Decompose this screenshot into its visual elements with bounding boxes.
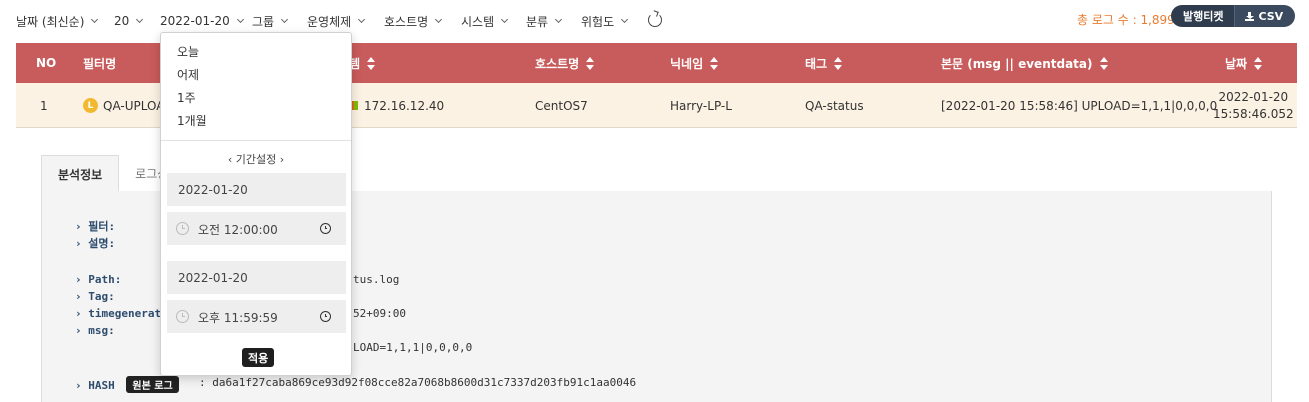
quick-option-1month[interactable]: 1개월 bbox=[177, 112, 207, 129]
cell-filter: L QA-UPLOA bbox=[83, 83, 164, 128]
cell-date-time: 15:58:46.052 bbox=[1213, 106, 1294, 121]
field-desc-key: 설명: bbox=[75, 235, 115, 251]
clock-icon bbox=[176, 222, 189, 235]
sort-filter-dropdown[interactable]: 날짜 (최신순) bbox=[16, 13, 99, 29]
field-path-value: tus.log bbox=[353, 273, 400, 286]
cell-filter-name: QA-UPLOA bbox=[103, 98, 165, 113]
field-hash-label: HASH bbox=[88, 379, 115, 392]
column-header-date[interactable]: 날짜 bbox=[1225, 43, 1263, 83]
column-header-message[interactable]: 본문 (msg || eventdata) bbox=[941, 43, 1108, 83]
clock-icon bbox=[176, 310, 189, 323]
system-filter-dropdown[interactable]: 시스템 bbox=[461, 13, 509, 29]
field-hash-value: : da6a1f27caba869ce93d92f08cce82a7068b86… bbox=[199, 376, 637, 389]
chevron-down-icon bbox=[281, 15, 289, 23]
end-time-field[interactable]: 오후 11:59:59 bbox=[167, 300, 346, 333]
page-size-dropdown[interactable]: 20 bbox=[114, 13, 144, 29]
chevron-down-icon bbox=[91, 15, 99, 23]
cell-tag: QA-status bbox=[805, 98, 864, 113]
chevron-down-icon bbox=[236, 15, 244, 23]
column-header-hostname[interactable]: 호스트명 bbox=[535, 43, 595, 83]
time-picker-icon[interactable] bbox=[320, 223, 331, 234]
chevron-down-icon bbox=[621, 15, 629, 23]
cell-system: 172.16.12.40 bbox=[349, 83, 444, 128]
date-filter-label: 2022-01-20 bbox=[160, 14, 230, 28]
apply-button[interactable]: 적용 bbox=[242, 348, 275, 367]
quick-option-today[interactable]: 오늘 bbox=[177, 43, 199, 60]
column-header-label: 날짜 bbox=[1225, 56, 1248, 71]
column-header-no: NO bbox=[36, 43, 56, 83]
sort-icon[interactable] bbox=[710, 56, 719, 70]
column-header-label: 닉네임 bbox=[670, 56, 704, 71]
column-header-tag[interactable]: 태그 bbox=[805, 43, 843, 83]
field-hash-key: HASH 원본 로그 bbox=[75, 376, 179, 393]
action-button-group: 발행티켓 CSV bbox=[1171, 5, 1296, 27]
cell-date: 2022-01-20 15:58:46.052 bbox=[1213, 83, 1294, 128]
time-picker-icon[interactable] bbox=[320, 311, 331, 322]
column-header-label: 필터명 bbox=[83, 56, 117, 71]
field-msg-value: LOAD=1,1,1|0,0,0,0 bbox=[353, 341, 473, 354]
field-timegenerated-value: 52+09:00 bbox=[353, 307, 406, 320]
cell-nickname: Harry-LP-L bbox=[670, 98, 732, 113]
sort-icon[interactable] bbox=[367, 56, 376, 70]
column-header-nickname[interactable]: 닉네임 bbox=[670, 43, 719, 83]
date-range-dropdown: 오늘 어제 1주 1개월 ‹ 기간설정 › 2022-01-20 오전 12:0… bbox=[160, 32, 352, 376]
page-size-label: 20 bbox=[114, 14, 130, 28]
field-path-key: Path: bbox=[75, 273, 121, 286]
quick-option-yesterday[interactable]: 어제 bbox=[177, 66, 199, 83]
csv-button-label: CSV bbox=[1258, 9, 1284, 23]
risk-filter-dropdown[interactable]: 위험도 bbox=[581, 13, 629, 29]
chevron-down-icon bbox=[555, 15, 563, 23]
hostname-filter-label: 호스트명 bbox=[384, 14, 429, 29]
chevron-down-icon bbox=[501, 15, 509, 23]
os-filter-dropdown[interactable]: 운영체제 bbox=[307, 13, 366, 29]
cell-hostname: CentOS7 bbox=[535, 98, 588, 113]
os-filter-label: 운영체제 bbox=[307, 14, 352, 29]
period-setting-label[interactable]: ‹ 기간설정 › bbox=[161, 151, 351, 167]
level-badge: L bbox=[83, 98, 98, 113]
download-icon bbox=[1245, 11, 1255, 21]
quick-option-1week[interactable]: 1주 bbox=[177, 89, 196, 106]
system-filter-label: 시스템 bbox=[461, 14, 495, 29]
original-log-button[interactable]: 원본 로그 bbox=[126, 376, 179, 393]
start-date-field[interactable]: 2022-01-20 bbox=[167, 173, 346, 206]
dropdown-divider bbox=[161, 140, 351, 141]
cell-message: [2022-01-20 15:58:46] UPLOAD=1,1,1|0,0,0… bbox=[941, 98, 1218, 113]
column-header-label: 본문 (msg || eventdata) bbox=[941, 56, 1093, 71]
tab-analysis-info[interactable]: 분석정보 bbox=[41, 155, 120, 192]
end-date-field[interactable]: 2022-01-20 bbox=[167, 261, 346, 294]
column-header-label: NO bbox=[36, 56, 57, 70]
hostname-filter-dropdown[interactable]: 호스트명 bbox=[384, 13, 443, 29]
column-header-label: 태그 bbox=[805, 56, 828, 71]
field-filter-key: 필터: bbox=[75, 218, 115, 234]
sort-icon[interactable] bbox=[1099, 56, 1108, 70]
chevron-down-icon bbox=[435, 15, 443, 23]
issue-ticket-button[interactable]: 발행티켓 bbox=[1171, 5, 1235, 27]
group-filter-label: 그룹 bbox=[252, 14, 275, 29]
end-time-value: 오후 11:59:59 bbox=[198, 311, 278, 325]
sort-filter-label: 날짜 (최신순) bbox=[16, 14, 85, 29]
chevron-down-icon bbox=[136, 15, 144, 23]
field-msg-key: msg: bbox=[75, 324, 115, 337]
category-filter-dropdown[interactable]: 분류 bbox=[526, 13, 563, 29]
sort-icon[interactable] bbox=[586, 56, 595, 70]
risk-filter-label: 위험도 bbox=[581, 14, 615, 29]
sort-icon[interactable] bbox=[834, 56, 843, 70]
cell-date-day: 2022-01-20 bbox=[1218, 89, 1289, 104]
date-filter-dropdown[interactable]: 2022-01-20 bbox=[160, 13, 244, 29]
chevron-down-icon bbox=[358, 15, 366, 23]
sort-icon[interactable] bbox=[1254, 56, 1263, 70]
field-tag-key: Tag: bbox=[75, 290, 115, 303]
refresh-icon[interactable] bbox=[648, 13, 662, 27]
start-time-value: 오전 12:00:00 bbox=[198, 223, 278, 237]
column-header-label: 호스트명 bbox=[535, 56, 580, 71]
category-filter-label: 분류 bbox=[526, 14, 549, 29]
cell-system-ip: 172.16.12.40 bbox=[364, 98, 445, 113]
total-log-count: 총 로그 수 : 1,899 bbox=[1077, 13, 1175, 27]
cell-no: 1 bbox=[40, 98, 48, 113]
column-header-filter: 필터명 bbox=[83, 43, 116, 83]
start-time-field[interactable]: 오전 12:00:00 bbox=[167, 212, 346, 245]
group-filter-dropdown[interactable]: 그룹 bbox=[252, 13, 289, 29]
csv-export-button[interactable]: CSV bbox=[1234, 5, 1296, 27]
